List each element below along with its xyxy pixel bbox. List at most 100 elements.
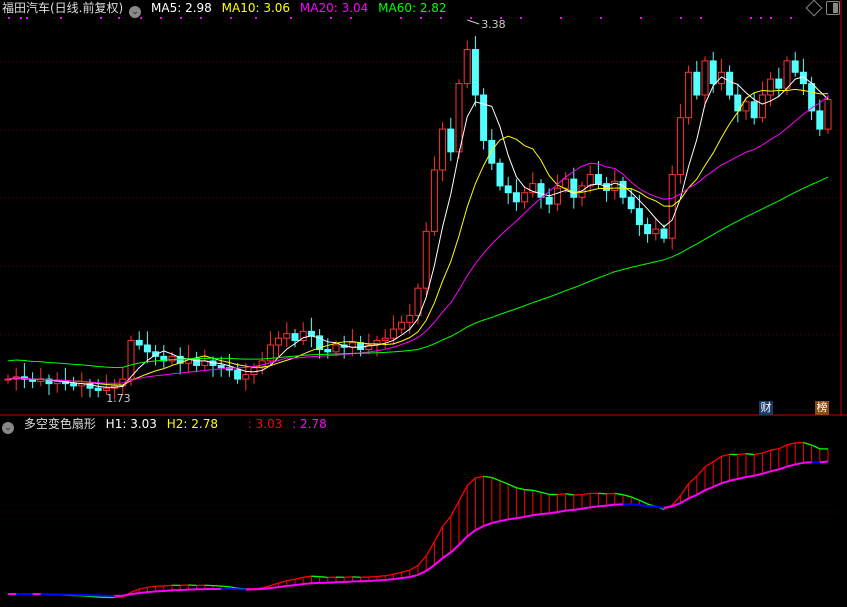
event-marker xyxy=(140,17,142,19)
candle-body xyxy=(53,380,61,385)
h2-line xyxy=(516,515,525,520)
h2-line xyxy=(417,570,427,576)
h2-line xyxy=(598,504,607,508)
chart-canvas[interactable]: 3.38 1.73 xyxy=(0,0,847,607)
h2-line xyxy=(631,503,640,507)
h1-line xyxy=(737,453,747,456)
candle-body xyxy=(685,71,693,119)
h2-line xyxy=(549,511,558,515)
h1-line xyxy=(721,453,730,457)
candle-body xyxy=(758,94,766,119)
candle-body xyxy=(521,192,529,203)
candle-body xyxy=(398,321,406,330)
h1-line xyxy=(516,487,525,491)
event-marker xyxy=(600,17,602,19)
event-marker xyxy=(330,17,332,19)
candle-body xyxy=(660,228,668,239)
candle-body xyxy=(70,383,78,387)
candle-body xyxy=(635,208,643,226)
h2-line xyxy=(581,506,591,510)
h1-line xyxy=(163,584,173,587)
event-marker xyxy=(640,17,642,19)
rank-badge[interactable]: 榜 xyxy=(815,401,829,415)
event-marker xyxy=(560,17,562,19)
h1-line xyxy=(425,541,435,557)
h1-line xyxy=(565,493,574,496)
panel-toggle-icon[interactable] xyxy=(826,1,840,15)
candle-body xyxy=(193,358,201,366)
event-marker xyxy=(770,17,772,19)
h2-line xyxy=(466,529,477,538)
candle-body xyxy=(430,169,438,232)
event-marker xyxy=(420,17,422,19)
candle-body xyxy=(783,60,791,89)
h2-line xyxy=(655,505,665,509)
h2-line xyxy=(262,587,271,591)
h1-line xyxy=(409,564,419,571)
h2-line xyxy=(565,508,574,512)
event-marker xyxy=(60,17,62,19)
h1-line xyxy=(417,555,427,566)
candle-body xyxy=(693,71,701,96)
candle-body xyxy=(307,330,315,337)
candle-body xyxy=(644,224,652,235)
candle-body xyxy=(381,337,389,341)
candle-body xyxy=(94,387,102,391)
event-marker xyxy=(790,17,792,19)
h1-line xyxy=(712,455,722,463)
h2-line xyxy=(483,522,493,528)
candle-body xyxy=(324,349,332,353)
h1-line xyxy=(532,489,542,493)
h1-line xyxy=(221,585,230,588)
candle-body xyxy=(701,60,709,96)
h2-line xyxy=(376,578,386,582)
h1-line xyxy=(614,492,624,496)
h1-line xyxy=(368,575,378,578)
h1-line xyxy=(622,494,632,498)
h2-line xyxy=(753,472,763,477)
candle-body xyxy=(512,192,520,203)
candle-body xyxy=(553,187,561,205)
high-pointer xyxy=(467,19,480,25)
h1-line xyxy=(385,573,394,577)
h2-line xyxy=(770,468,780,473)
h2-line xyxy=(303,582,312,586)
h1-line xyxy=(401,569,410,573)
event-marker xyxy=(20,17,22,19)
candle-body xyxy=(594,174,602,185)
h2-line xyxy=(286,584,296,587)
h2-line xyxy=(721,479,730,485)
candle-body xyxy=(496,162,504,187)
h1-line xyxy=(303,575,312,578)
h2-line xyxy=(540,512,550,516)
h1-line xyxy=(679,483,690,497)
candle-body xyxy=(471,49,479,96)
h2-line xyxy=(122,593,132,597)
event-marker xyxy=(400,17,402,19)
h2-line xyxy=(778,465,788,471)
candle-body xyxy=(570,178,578,198)
candle-body xyxy=(135,339,143,346)
event-marker xyxy=(160,17,162,19)
h2-line xyxy=(639,504,648,508)
h1-line xyxy=(639,499,648,505)
h2-line xyxy=(491,520,501,525)
h2-line xyxy=(696,489,706,496)
h1-line xyxy=(89,595,99,598)
finance-badge[interactable]: 财 xyxy=(759,401,773,415)
h2-line xyxy=(163,589,173,592)
candle-body xyxy=(439,128,447,171)
h2-line xyxy=(737,476,747,480)
h1-line xyxy=(286,578,296,582)
event-marker xyxy=(520,17,522,19)
candle-body xyxy=(652,228,660,235)
h2-line xyxy=(590,505,599,509)
event-marker xyxy=(230,17,232,19)
candle-body xyxy=(291,333,299,341)
h1-line xyxy=(442,515,452,527)
candle-body xyxy=(603,183,611,191)
h1-line xyxy=(212,584,222,587)
h1-line xyxy=(139,586,148,590)
candle-body xyxy=(217,364,225,369)
candle-body xyxy=(726,71,734,96)
